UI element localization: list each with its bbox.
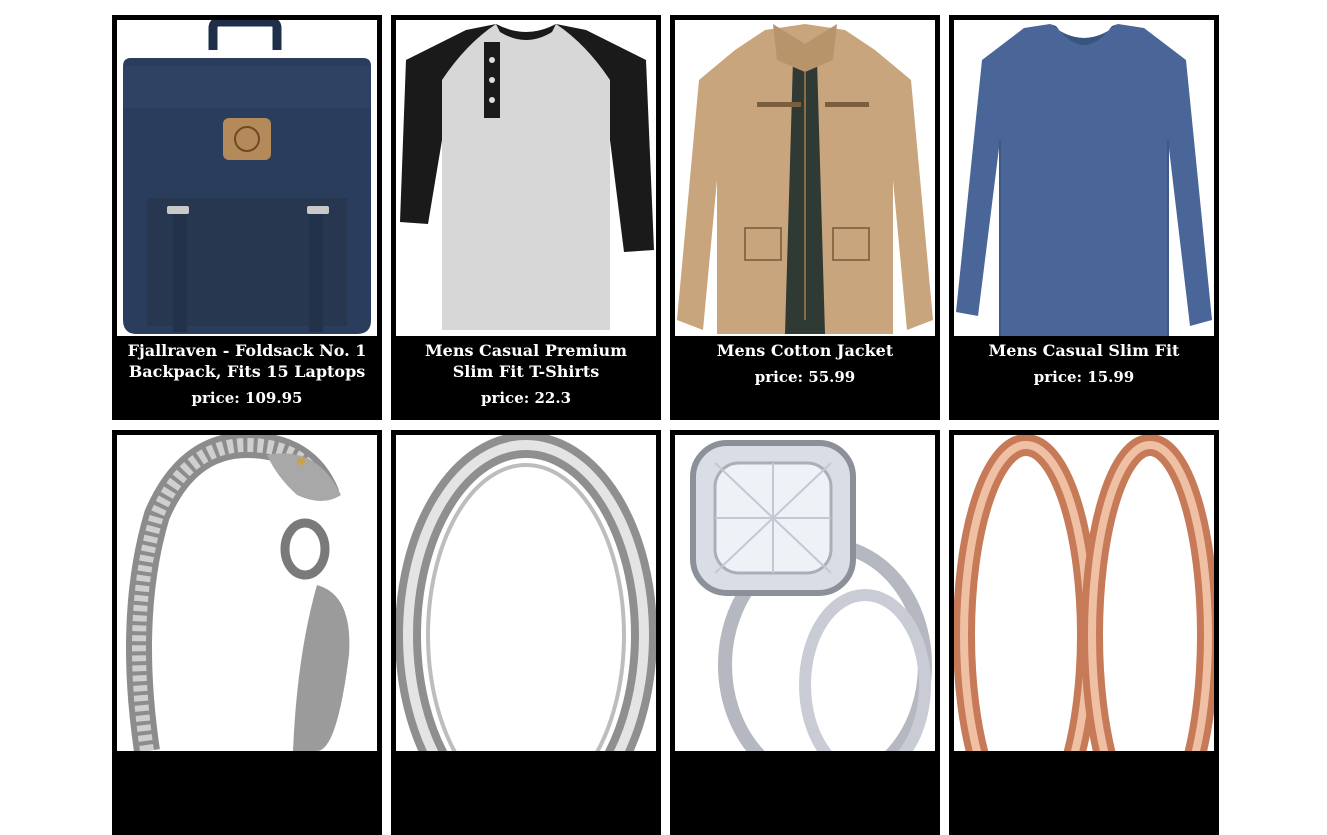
product-image[interactable] — [117, 435, 377, 751]
backpack-icon — [123, 20, 371, 334]
product-price: price: 55.99 — [754, 368, 856, 386]
product-image[interactable] — [396, 435, 656, 751]
product-card[interactable]: Fjallraven - Foldsack No. 1 Backpack, Fi… — [112, 15, 382, 420]
product-image[interactable] — [954, 20, 1214, 336]
silver-ring-icon — [396, 435, 656, 751]
product-card[interactable] — [391, 430, 661, 835]
rose-gold-rings-icon — [954, 435, 1214, 751]
bracelet-icon — [126, 435, 350, 751]
jacket-icon — [677, 24, 933, 334]
tshirt-icon — [400, 24, 654, 330]
product-card[interactable]: Mens Casual Premium Slim Fit T-Shirts pr… — [391, 15, 661, 420]
product-card[interactable]: Mens Casual Slim Fit price: 15.99 — [949, 15, 1219, 420]
product-grid: Fjallraven - Foldsack No. 1 Backpack, Fi… — [112, 15, 1219, 835]
product-image[interactable] — [396, 20, 656, 336]
product-card[interactable] — [112, 430, 382, 835]
product-title[interactable]: Mens Casual Premium Slim Fit T-Shirts — [396, 340, 656, 382]
product-image[interactable] — [117, 20, 377, 336]
product-card[interactable] — [949, 430, 1219, 835]
product-image[interactable] — [954, 435, 1214, 751]
product-price: price: 109.95 — [191, 389, 303, 407]
product-title[interactable]: Mens Casual Slim Fit — [954, 340, 1214, 361]
diamond-ring-icon — [690, 440, 932, 751]
product-price: price: 22.3 — [480, 389, 572, 407]
product-image[interactable] — [675, 20, 935, 336]
longsleeve-shirt-icon — [956, 24, 1212, 336]
product-card[interactable]: Mens Cotton Jacket price: 55.99 — [670, 15, 940, 420]
product-image[interactable] — [675, 435, 935, 751]
product-card[interactable] — [670, 430, 940, 835]
product-price: price: 15.99 — [1033, 368, 1135, 386]
product-title[interactable]: Fjallraven - Foldsack No. 1 Backpack, Fi… — [117, 340, 377, 382]
product-title[interactable]: Mens Cotton Jacket — [675, 340, 935, 361]
